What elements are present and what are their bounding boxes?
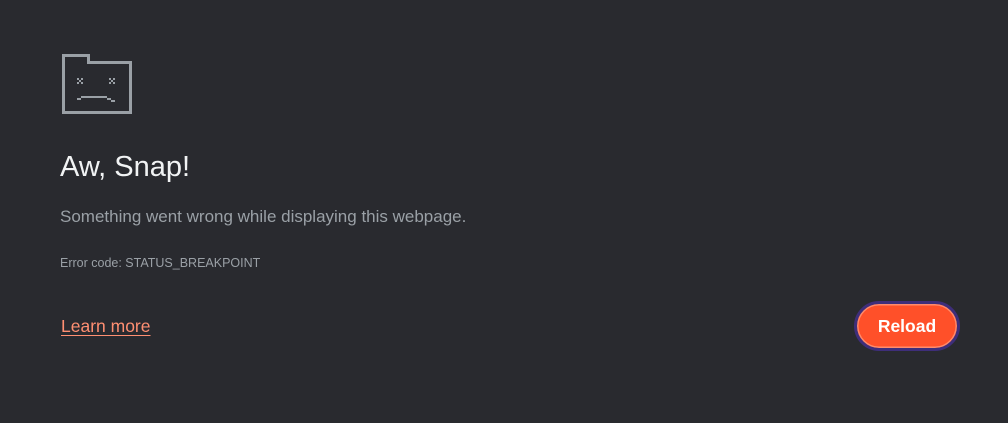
error-message: Something went wrong while displaying th… [60,207,467,226]
error-code-text: Error code: STATUS_BREAKPOINT [60,256,261,270]
learn-more-link[interactable]: Learn more [61,315,151,337]
sad-folder-icon [60,52,134,116]
reload-button[interactable]: Reload [854,301,960,351]
crash-page: Aw, Snap! Something went wrong while dis… [0,0,1008,423]
page-title: Aw, Snap! [60,151,191,183]
